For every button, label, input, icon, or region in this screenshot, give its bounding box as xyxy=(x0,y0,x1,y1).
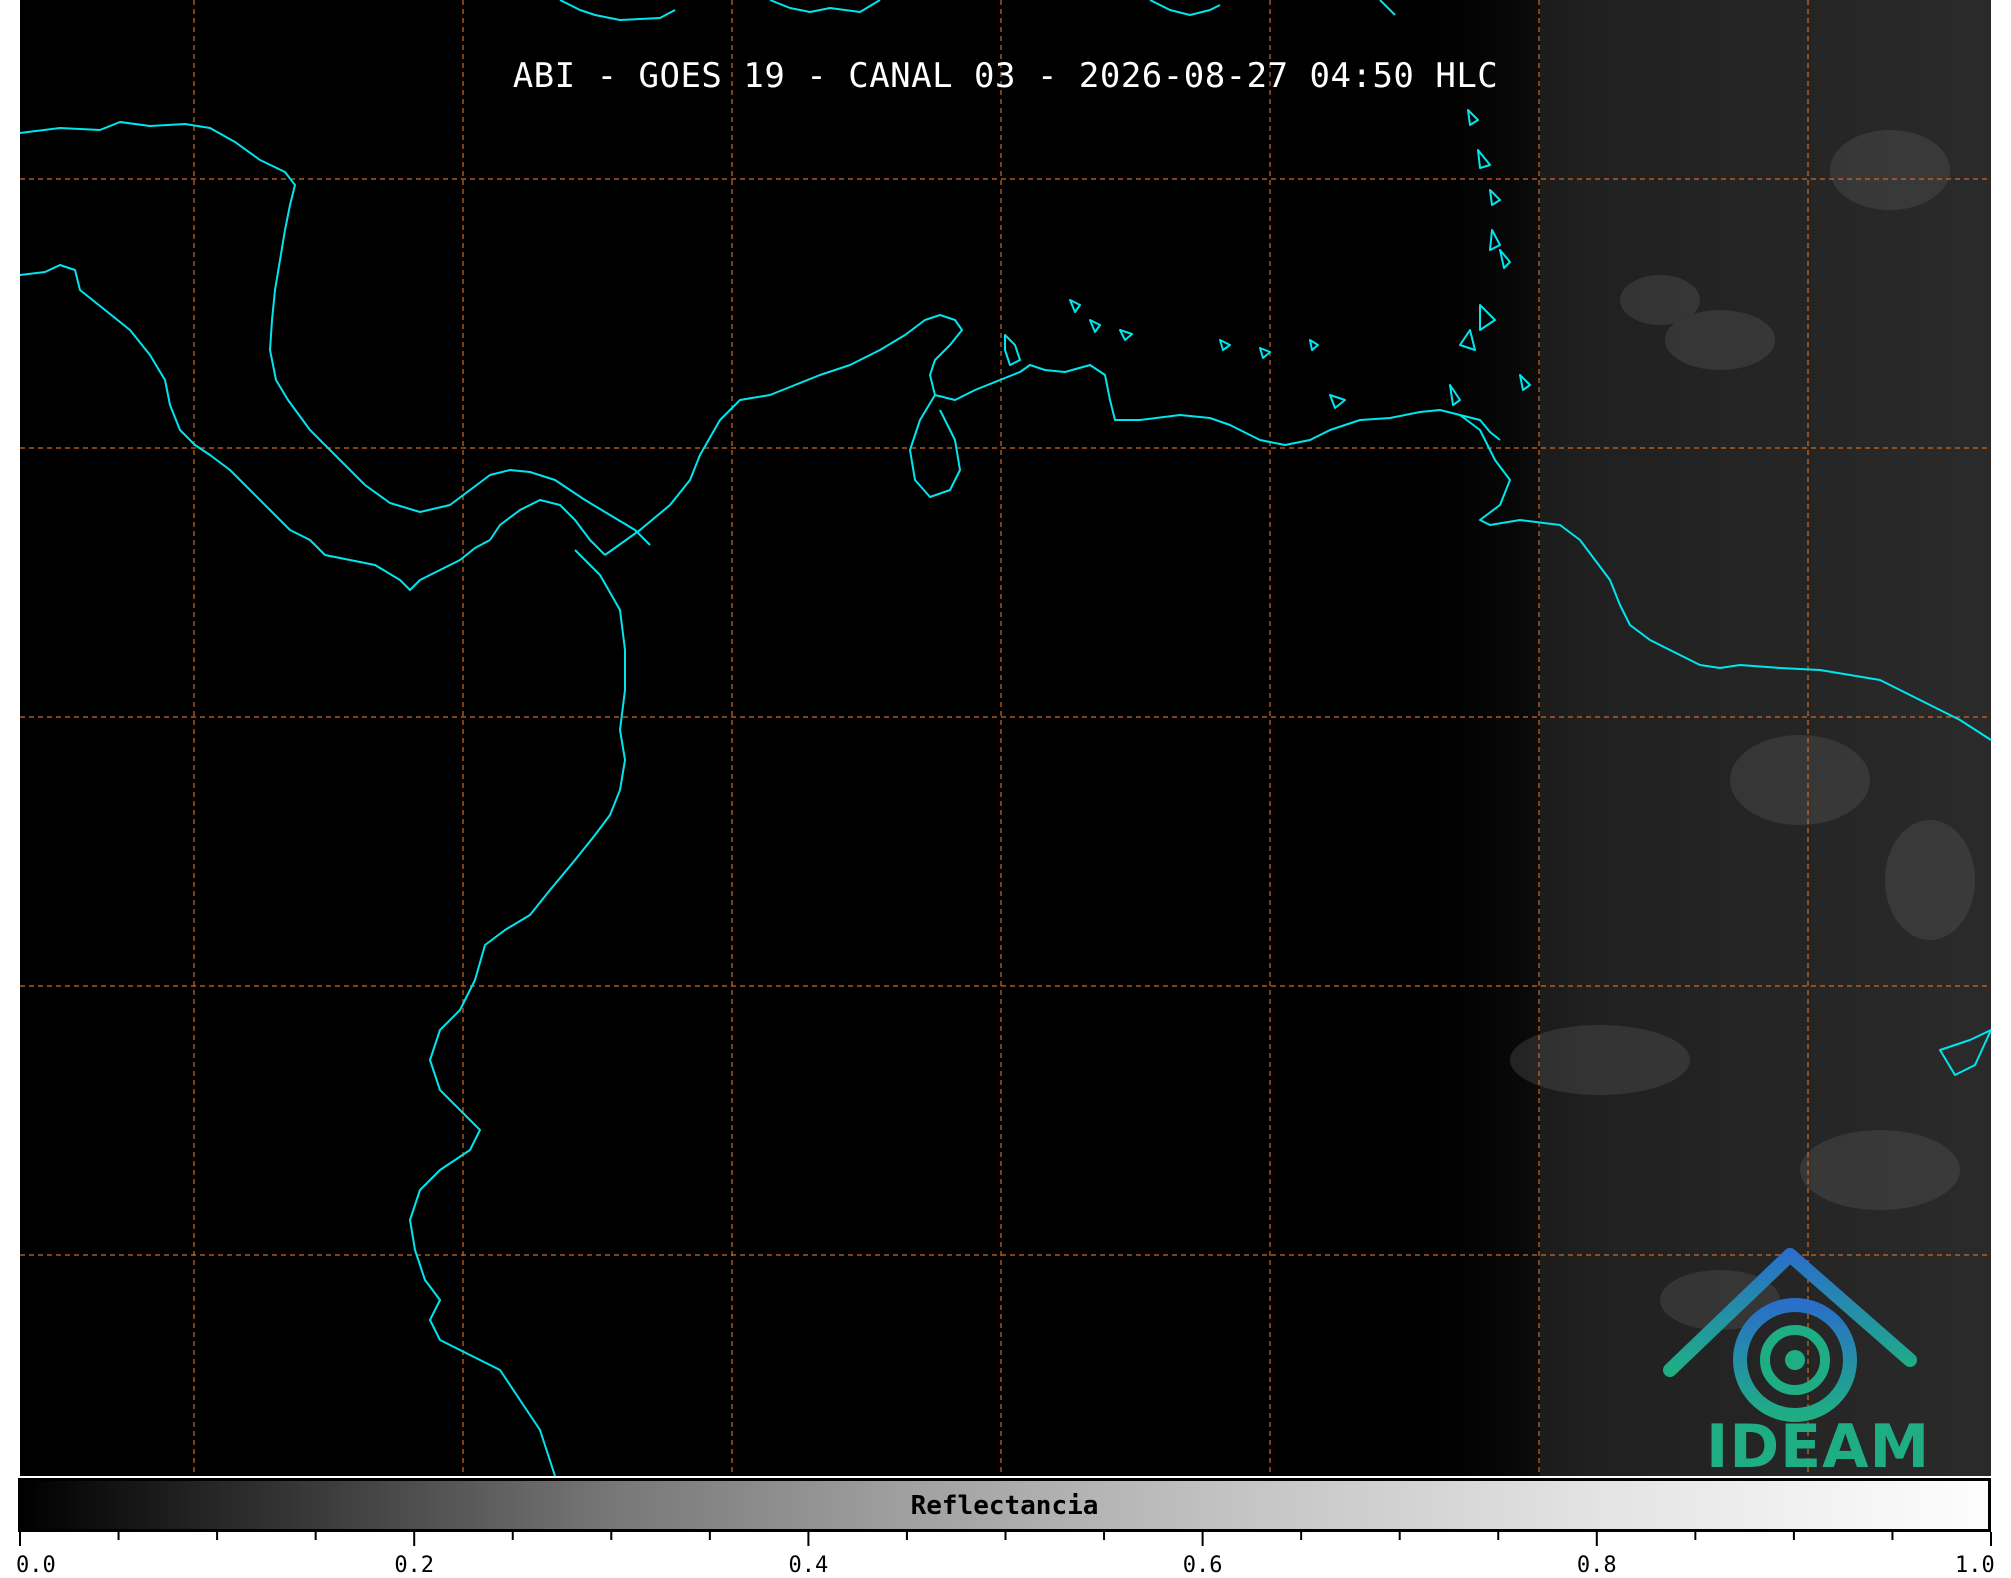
map-canvas xyxy=(20,0,1991,1476)
coastline-lake-maracaibo xyxy=(909,394,961,498)
colorbar-tick-label: 0.0 xyxy=(16,1553,56,1578)
coastline-colombia-pacific xyxy=(409,549,626,1476)
colorbar-tick-label: 1.0 xyxy=(1955,1553,1995,1578)
colorbar-tick-label: 0.2 xyxy=(394,1553,435,1578)
colorbar-label: Reflectancia xyxy=(910,1491,1099,1521)
colorbar-axis xyxy=(19,1532,1992,1546)
satellite-image: ABI - GOES 19 - CANAL 03 - 2026-08-27 04… xyxy=(20,0,1991,1476)
colorbar-tick-label: 0.6 xyxy=(1182,1553,1223,1578)
coastline-panama xyxy=(489,499,606,556)
colorbar-tick-label: 0.8 xyxy=(1576,1553,1617,1578)
coastline-guajira xyxy=(1004,334,1021,366)
map-title: ABI - GOES 19 - CANAL 03 - 2026-08-27 04… xyxy=(512,56,1499,96)
coastline-pacific-central-america xyxy=(20,264,491,591)
coastline-yucatan xyxy=(20,121,651,546)
coastline-caribbean-colombia xyxy=(604,314,1501,556)
logo-text: IDEAM xyxy=(1706,1412,1931,1476)
colorbar: Reflectancia xyxy=(18,1478,1991,1532)
colorbar-tick-label: 0.4 xyxy=(788,1553,829,1578)
